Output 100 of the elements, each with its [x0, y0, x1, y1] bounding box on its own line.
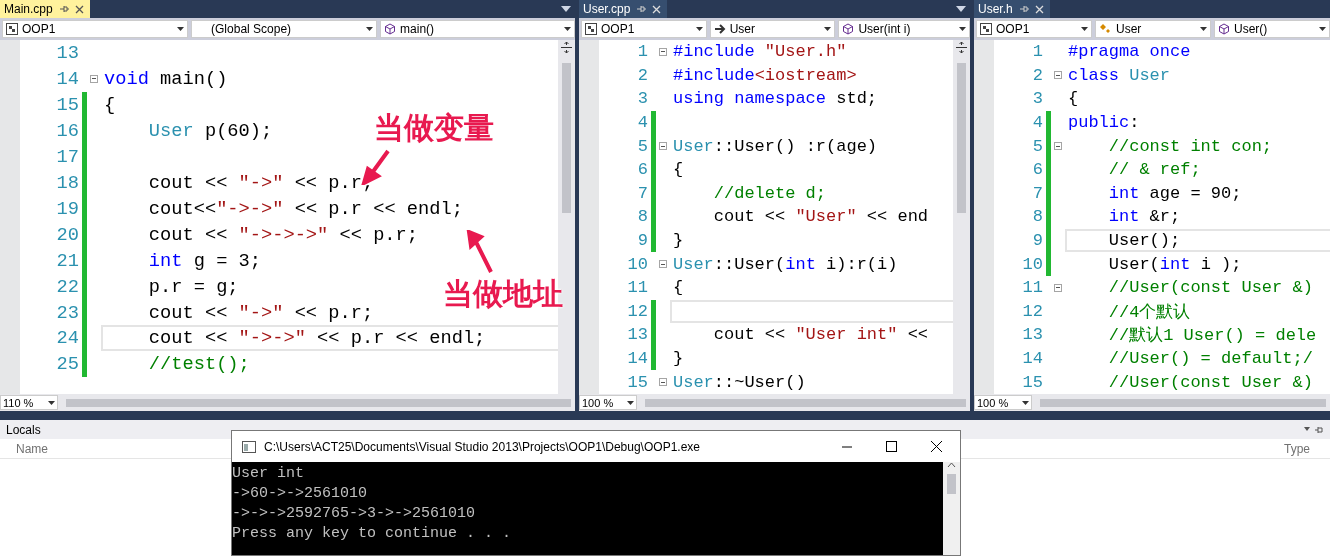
- scrollbar-thumb[interactable]: [947, 474, 956, 494]
- line-number: 17: [55, 145, 80, 168]
- line-number: 21: [55, 249, 80, 272]
- line-number: 9: [1031, 231, 1044, 251]
- split-icon: [561, 42, 572, 53]
- line-number: 3: [1031, 89, 1044, 109]
- code-editor[interactable]: [0, 40, 575, 394]
- code-line: //默认1 User() = dele: [1107, 325, 1317, 347]
- annotation-text: 当做变量: [374, 110, 494, 146]
- line-number: 3: [636, 89, 649, 109]
- arrow-icon: [713, 23, 726, 35]
- line-number: 25: [55, 353, 80, 376]
- line-number: 16: [55, 119, 80, 142]
- code-line: {: [672, 159, 684, 182]
- pin-icon: [1304, 425, 1324, 434]
- document-tab[interactable]: User.cpp: [579, 0, 668, 18]
- dropdown-caret-icon: [1200, 27, 1207, 31]
- line-number: 5: [1031, 136, 1044, 156]
- navigation-dropdown[interactable]: OOP1: [976, 20, 1092, 38]
- scrollbar-thumb[interactable]: [957, 63, 966, 213]
- code-line: cout << "->" << p.r;: [147, 170, 374, 196]
- code-line: User p(60);: [147, 118, 273, 144]
- line-number: 10: [1021, 254, 1044, 274]
- code-line: class User: [1067, 64, 1171, 87]
- pin-icon: [1018, 4, 1029, 14]
- navigation-dropdown[interactable]: (Global Scope): [191, 20, 378, 38]
- code-line: int g = 3;: [147, 248, 262, 274]
- navigation-dropdown[interactable]: User(): [1214, 20, 1330, 38]
- collapse-icon[interactable]: [659, 47, 667, 56]
- collapse-icon[interactable]: [90, 74, 98, 83]
- line-number: 13: [626, 325, 649, 345]
- line-number: 1: [1031, 42, 1044, 62]
- minimize-icon[interactable]: [842, 445, 852, 448]
- collapse-icon[interactable]: [659, 142, 667, 151]
- code-line: //4个默认: [1107, 301, 1191, 324]
- code-line: int &r;: [1107, 206, 1181, 229]
- scrollbar-thumb[interactable]: [66, 398, 571, 407]
- window-title: C:\Users\ACT25\Documents\Visual Studio 2013\Projects\OOP1\Debug\OOP1.exe: [264, 439, 701, 454]
- scrollbar-thumb[interactable]: [1040, 398, 1326, 407]
- dropdown-caret-icon: [1319, 27, 1326, 31]
- navigation-dropdown[interactable]: main(): [380, 20, 575, 38]
- tab-menu-caret-icon: [561, 6, 571, 12]
- line-number: 10: [626, 254, 649, 274]
- close-icon[interactable]: [931, 441, 942, 452]
- close-icon: [1034, 4, 1044, 14]
- document-tab[interactable]: User.h: [974, 0, 1050, 18]
- code-editor[interactable]: [579, 40, 970, 394]
- collapse-icon[interactable]: [1054, 283, 1062, 292]
- line-number: 9: [636, 231, 649, 251]
- dropdown-caret-icon: [959, 27, 966, 31]
- collapse-icon[interactable]: [1054, 142, 1062, 151]
- line-number: 4: [636, 113, 649, 133]
- code-line: }: [672, 230, 684, 253]
- collapse-icon[interactable]: [1054, 71, 1062, 80]
- navigation-dropdown[interactable]: User(int i): [838, 20, 970, 38]
- code-line: public:: [1067, 112, 1140, 135]
- line-number: 11: [1021, 278, 1044, 298]
- vertical-scrollbar[interactable]: [953, 40, 970, 394]
- document-tab[interactable]: Main.cpp: [0, 0, 90, 18]
- navigation-dropdown[interactable]: OOP1: [581, 20, 707, 38]
- line-number: 15: [1021, 372, 1044, 392]
- code-line: cout << "->" << p.r;: [147, 300, 374, 326]
- code-line: {: [103, 92, 116, 118]
- code-line: using namespace std;: [672, 88, 878, 111]
- code-editor[interactable]: [974, 40, 1330, 394]
- panel-title: Locals: [6, 422, 41, 437]
- code-line: #include "User.h": [672, 41, 847, 64]
- column-header: Type: [1284, 441, 1310, 456]
- code-line: //User(const User &): [1107, 277, 1313, 300]
- navigation-dropdown[interactable]: OOP1: [2, 20, 189, 38]
- line-number: 8: [636, 207, 649, 227]
- navigation-dropdown[interactable]: User: [1095, 20, 1211, 38]
- line-number: 12: [626, 301, 649, 321]
- zoom-dropdown[interactable]: 100 %: [974, 395, 1032, 410]
- code-line: //User() = default;/: [1107, 348, 1313, 370]
- code-line: #pragma once: [1067, 41, 1191, 64]
- project-icon: [585, 23, 597, 35]
- line-number: 24: [55, 327, 80, 350]
- line-number: 20: [55, 223, 80, 246]
- line-number: 12: [1021, 301, 1044, 321]
- scrollbar-thumb[interactable]: [562, 63, 571, 213]
- zoom-dropdown[interactable]: 100 %: [579, 395, 637, 410]
- annotation-arrow: [465, 230, 495, 274]
- scrollbar-thumb[interactable]: [645, 398, 966, 407]
- collapse-icon[interactable]: [659, 378, 667, 387]
- collapse-icon[interactable]: [659, 260, 667, 269]
- dropdown-caret-icon: [627, 400, 634, 405]
- maximize-icon[interactable]: [886, 441, 897, 452]
- line-number: 14: [1021, 349, 1044, 368]
- code-line: // & ref;: [1107, 159, 1201, 182]
- console-output-line: Press any key to continue . . .: [232, 524, 513, 544]
- dropdown-caret-icon: [824, 27, 832, 31]
- code-line: {: [672, 277, 684, 300]
- split-icon: [956, 42, 967, 53]
- code-line: cout << "User int" <<: [712, 324, 929, 347]
- navigation-dropdown[interactable]: User: [709, 20, 836, 38]
- zoom-dropdown[interactable]: 110 %: [0, 395, 58, 410]
- vertical-scrollbar[interactable]: [943, 462, 960, 555]
- pin-icon: [636, 4, 647, 14]
- dropdown-caret-icon: [366, 27, 374, 31]
